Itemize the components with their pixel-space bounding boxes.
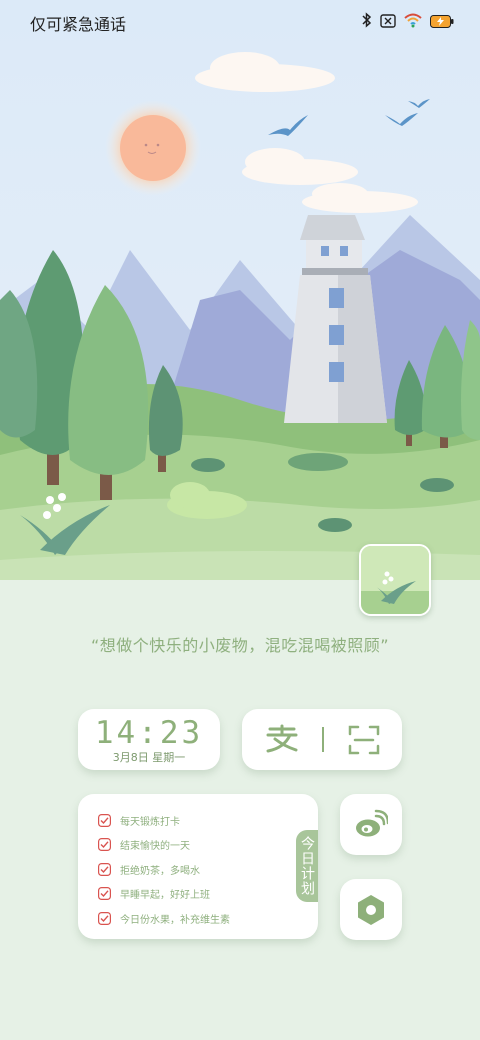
check-icon <box>98 813 111 827</box>
divider <box>322 727 324 752</box>
status-bar: 仅可紧急通话 <box>0 0 480 42</box>
todo-item-label: 今日份水果，补充维生素 <box>120 914 230 926</box>
scan-icon[interactable] <box>348 725 380 759</box>
alipay-icon[interactable] <box>264 724 300 758</box>
todo-item[interactable]: 拒绝奶茶，多喝水 <box>98 857 230 882</box>
check-icon <box>98 887 111 901</box>
no-sim-icon <box>380 13 396 32</box>
todo-list: 每天锻炼打卡 结束愉快的一天 拒绝奶茶，多喝水 早睡早起，好好上班 今日份水果，… <box>98 808 230 931</box>
check-icon <box>98 911 111 925</box>
check-icon <box>98 862 111 876</box>
weibo-button[interactable] <box>340 794 402 855</box>
todo-item-label: 拒绝奶茶，多喝水 <box>120 865 200 877</box>
clock-date: 3月8日 星期一 <box>112 751 186 764</box>
quote-text: “想做个快乐的小废物，混吃混喝被照顾” <box>90 636 390 655</box>
weibo-icon <box>356 809 388 837</box>
status-icons <box>362 12 454 32</box>
clock-widget[interactable]: 14:23 3月8日 星期一 <box>78 709 220 770</box>
todo-item-label: 每天锻炼打卡 <box>120 816 180 828</box>
photo-widget[interactable] <box>359 544 431 616</box>
clock-time: 14:23 <box>94 715 204 751</box>
todo-item[interactable]: 今日份水果，补充维生素 <box>98 906 230 931</box>
settings-icon <box>358 895 384 925</box>
check-icon <box>98 838 111 852</box>
todo-item[interactable]: 结束愉快的一天 <box>98 833 230 858</box>
bluetooth-icon <box>362 12 372 32</box>
todo-item-label: 结束愉快的一天 <box>120 841 190 853</box>
wallpaper-scene <box>0 0 480 580</box>
carrier-status-text: 仅可紧急通话 <box>30 15 127 34</box>
battery-charging-icon <box>430 13 454 32</box>
settings-button[interactable] <box>340 879 402 940</box>
todo-item-label: 早睡早起，好好上班 <box>120 890 210 902</box>
wifi-icon <box>404 13 422 32</box>
todo-widget[interactable]: 每天锻炼打卡 结束愉快的一天 拒绝奶茶，多喝水 早睡早起，好好上班 今日份水果，… <box>78 794 318 939</box>
todo-tab-label[interactable]: 今日计划 <box>296 830 318 902</box>
todo-item[interactable]: 每天锻炼打卡 <box>98 808 230 833</box>
payment-widget <box>242 709 402 770</box>
todo-item[interactable]: 早睡早起，好好上班 <box>98 882 230 907</box>
